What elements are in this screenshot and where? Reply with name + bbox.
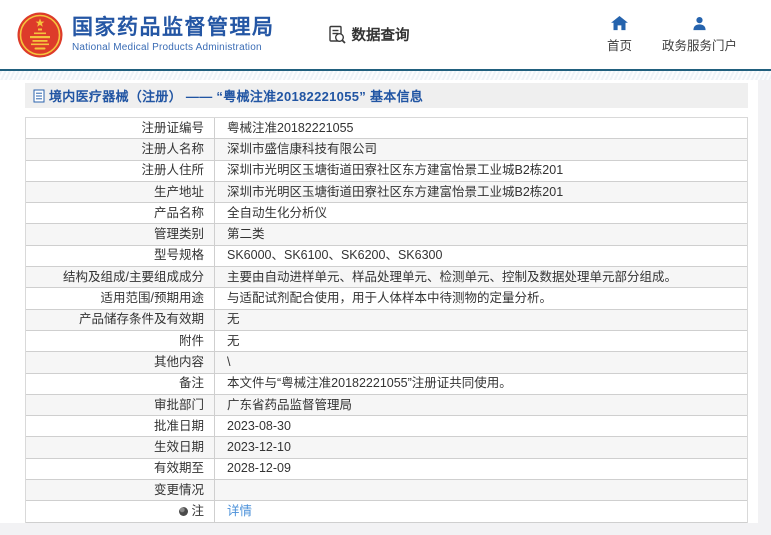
- row-label: 有效期至: [26, 458, 215, 480]
- table-row-effective-date: 生效日期 2023-12-10: [26, 437, 747, 459]
- row-value: 深圳市光明区玉塘街道田寮社区东方建富怡景工业城B2栋201: [227, 163, 564, 178]
- row-value: \: [227, 354, 231, 369]
- row-label: 注册人住所: [26, 160, 215, 181]
- org-name-cn: 国家药品监督管理局: [72, 16, 275, 39]
- table-row-change-status: 变更情况: [26, 480, 747, 502]
- page-title-bar: 境内医疗器械（注册） —— “粤械注准20182221055” 基本信息: [25, 83, 748, 108]
- row-label: 适用范围/预期用途: [26, 288, 215, 309]
- row-value: 第二类: [227, 227, 265, 242]
- row-value: SK6000、SK6100、SK6200、SK6300: [227, 248, 443, 263]
- document-icon: [33, 89, 49, 103]
- table-row-attachment: 附件 无: [26, 330, 747, 353]
- table-row-approval-date: 批准日期 2023-08-30: [26, 416, 747, 438]
- row-label: 生效日期: [26, 437, 215, 458]
- data-query-label: 数据查询: [351, 28, 410, 44]
- details-link[interactable]: 详情: [227, 504, 252, 519]
- table-row-expiry-date: 有效期至 2028-12-09: [26, 458, 747, 481]
- table-row-product-name: 产品名称 全自动生化分析仪: [26, 203, 747, 225]
- registration-info-table: 注册证编号 粤械注准20182221055 注册人名称 深圳市盛信康科技有限公司…: [25, 117, 748, 523]
- table-row-remarks: 备注 本文件与“粤械注准20182221055”注册证共同使用。: [26, 373, 747, 395]
- content-area: 境内医疗器械（注册） —— “粤械注准20182221055” 基本信息 注册证…: [0, 80, 758, 523]
- doc-search-icon: [327, 25, 347, 45]
- nav-portal-label: 政务服务门户: [661, 38, 737, 53]
- row-value: 无: [227, 312, 240, 327]
- bulb-icon: [179, 506, 189, 516]
- row-value: [215, 480, 747, 500]
- row-label: 附件: [26, 330, 215, 352]
- row-value: 深圳市光明区玉塘街道田寮社区东方建富怡景工业城B2栋201: [227, 184, 564, 199]
- row-label: 注册证编号: [26, 118, 215, 139]
- table-row-production-address: 生产地址 深圳市光明区玉塘街道田寮社区东方建富怡景工业城B2栋201: [26, 181, 747, 204]
- home-icon: [611, 15, 628, 31]
- row-value: 2023-12-10: [227, 440, 291, 455]
- page-title: 境内医疗器械（注册） —— “粤械注准20182221055” 基本信息: [49, 89, 424, 104]
- table-row-intended-use: 适用范围/预期用途 与适配试剂配合使用，用于人体样本中待测物的定量分析。: [26, 288, 747, 310]
- row-value: 详情: [215, 501, 747, 521]
- table-row-certificate-number: 注册证编号 粤械注准20182221055: [26, 118, 747, 140]
- row-value: 深圳市盛信康科技有限公司: [227, 141, 378, 156]
- row-label: 型号规格: [26, 245, 215, 267]
- user-icon: [692, 16, 707, 31]
- row-value: 粤械注准20182221055: [227, 120, 354, 135]
- row-value: 2023-08-30: [227, 418, 291, 433]
- row-label: 管理类别: [26, 224, 215, 245]
- table-row-management-category: 管理类别 第二类: [26, 224, 747, 246]
- row-value: 本文件与“粤械注准20182221055”注册证共同使用。: [227, 376, 512, 391]
- site-header: 国家药品监督管理局 National Medical Products Admi…: [0, 0, 771, 71]
- brand-text: 国家药品监督管理局 National Medical Products Admi…: [72, 16, 275, 53]
- header-nav: 首页 政务服务门户: [606, 15, 737, 54]
- nav-item-home[interactable]: 首页: [606, 15, 632, 54]
- table-row-model-spec: 型号规格 SK6000、SK6100、SK6200、SK6300: [26, 245, 747, 268]
- table-row-approval-department: 审批部门 广东省药品监督管理局: [26, 394, 747, 417]
- table-row-other-content: 其他内容 \: [26, 352, 747, 374]
- note-label: 注: [191, 503, 204, 518]
- table-row-note: 注 详情: [26, 501, 747, 523]
- data-query-button[interactable]: 数据查询: [327, 24, 410, 45]
- row-value: 2028-12-09: [227, 461, 291, 476]
- nav-item-service-portal[interactable]: 政务服务门户: [662, 16, 737, 54]
- row-value: 广东省药品监督管理局: [227, 397, 353, 412]
- row-label: 产品名称: [26, 203, 215, 224]
- row-value: 主要由自动进样单元、样品处理单元、检测单元、控制及数据处理单元部分组成。: [227, 269, 678, 284]
- row-label: 变更情况: [26, 480, 215, 501]
- nav-home-label: 首页: [606, 38, 632, 53]
- row-label: 结构及组成/主要组成成分: [26, 267, 215, 288]
- row-value: 与适配试剂配合使用，用于人体样本中待测物的定量分析。: [227, 291, 553, 306]
- decorative-stripe: [0, 71, 771, 80]
- row-value: 全自动生化分析仪: [227, 205, 328, 220]
- row-label: 备注: [26, 373, 215, 394]
- site-logo[interactable]: 国家药品监督管理局 National Medical Products Admi…: [17, 12, 275, 58]
- table-row-storage-validity: 产品储存条件及有效期 无: [26, 309, 747, 331]
- row-label: 注册人名称: [26, 139, 215, 160]
- row-label: 生产地址: [26, 181, 215, 203]
- row-label: 产品储存条件及有效期: [26, 309, 215, 330]
- table-row-structure-composition: 结构及组成/主要组成成分 主要由自动进样单元、样品处理单元、检测单元、控制及数据…: [26, 267, 747, 289]
- table-row-registrant-address: 注册人住所 深圳市光明区玉塘街道田寮社区东方建富怡景工业城B2栋201: [26, 160, 747, 182]
- row-value: 无: [227, 333, 240, 348]
- row-label: 注: [26, 501, 215, 522]
- row-label: 审批部门: [26, 394, 215, 416]
- national-emblem-icon: [17, 12, 63, 58]
- row-label: 其他内容: [26, 352, 215, 373]
- row-label: 批准日期: [26, 416, 215, 437]
- table-row-registrant-name: 注册人名称 深圳市盛信康科技有限公司: [26, 139, 747, 161]
- org-name-en: National Medical Products Administration: [72, 42, 262, 53]
- nmpa-registration-page: 国家药品监督管理局 National Medical Products Admi…: [0, 0, 771, 535]
